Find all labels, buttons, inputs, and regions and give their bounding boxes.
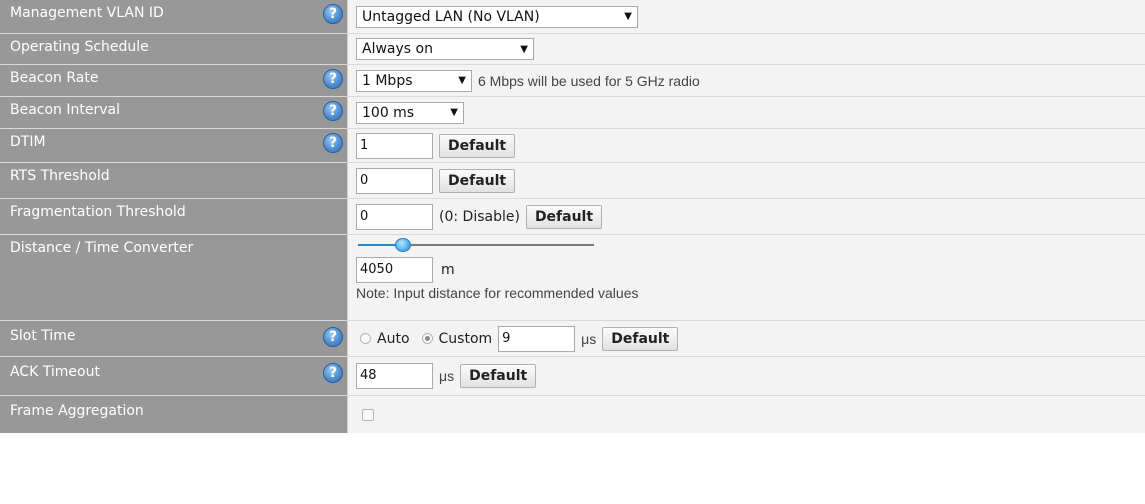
slot-time-custom-label: Custom bbox=[438, 330, 493, 347]
slot-time-auto-radio[interactable] bbox=[360, 333, 371, 344]
label-cell: RTS Threshold bbox=[0, 163, 348, 198]
help-question-icon[interactable]: ? bbox=[323, 327, 343, 347]
value-cell: 100 ms ▼ bbox=[348, 97, 1145, 128]
value-cell: 1 Mbps ▼ 6 Mbps will be used for 5 GHz r… bbox=[348, 65, 1145, 96]
row-dtim: DTIM ? 1 Default bbox=[0, 129, 1145, 163]
distance-note: Note: Input distance for recommended val… bbox=[356, 285, 639, 301]
rts-threshold-input[interactable]: 0 bbox=[356, 167, 433, 194]
dtim-label: DTIM bbox=[10, 134, 46, 150]
label-cell: Distance / Time Converter bbox=[0, 235, 348, 320]
fragmentation-hint: (0: Disable) bbox=[439, 208, 520, 225]
fragmentation-threshold-label: Fragmentation Threshold bbox=[10, 204, 186, 220]
beacon-interval-label: Beacon Interval bbox=[10, 102, 120, 118]
label-cell: Frame Aggregation bbox=[0, 396, 348, 433]
slot-time-unit: μs bbox=[581, 330, 597, 347]
row-frame-aggregation: Frame Aggregation bbox=[0, 396, 1145, 433]
value-cell: 4050 m Note: Input distance for recommen… bbox=[348, 235, 1145, 320]
select-value: 100 ms bbox=[362, 104, 415, 121]
select-value: 1 Mbps bbox=[362, 72, 413, 89]
value-cell: Untagged LAN (No VLAN) ▼ bbox=[348, 0, 1145, 33]
beacon-rate-label: Beacon Rate bbox=[10, 70, 99, 86]
label-cell: Management VLAN ID ? bbox=[0, 0, 348, 33]
row-distance-time: Distance / Time Converter 4050 m Note: I… bbox=[0, 235, 1145, 321]
label-cell: Operating Schedule bbox=[0, 34, 348, 64]
fragmentation-threshold-input[interactable]: 0 bbox=[356, 203, 433, 230]
select-value: Always on bbox=[362, 41, 433, 57]
value-cell: 48 μs Default bbox=[348, 357, 1145, 395]
label-cell: Beacon Rate ? bbox=[0, 65, 348, 96]
distance-unit: m bbox=[441, 262, 455, 278]
row-ack-timeout: ACK Timeout ? 48 μs Default bbox=[0, 357, 1145, 396]
operating-schedule-label: Operating Schedule bbox=[10, 39, 149, 55]
fragmentation-default-button[interactable]: Default bbox=[525, 204, 603, 229]
management-vlan-select[interactable]: Untagged LAN (No VLAN) ▼ bbox=[356, 5, 638, 28]
label-cell: Beacon Interval ? bbox=[0, 97, 348, 128]
dropdown-arrow-icon: ▼ bbox=[624, 11, 632, 22]
row-rts-threshold: RTS Threshold 0 Default bbox=[0, 163, 1145, 199]
rts-default-button[interactable]: Default bbox=[439, 168, 516, 193]
row-fragmentation-threshold: Fragmentation Threshold 0 (0: Disable) D… bbox=[0, 199, 1145, 235]
help-question-icon[interactable]: ? bbox=[323, 101, 343, 121]
distance-time-label: Distance / Time Converter bbox=[10, 240, 194, 256]
value-cell: 1 Default bbox=[348, 129, 1145, 162]
dropdown-arrow-icon: ▼ bbox=[450, 107, 458, 118]
label-cell: Slot Time ? bbox=[0, 321, 348, 356]
management-vlan-label: Management VLAN ID bbox=[10, 5, 164, 21]
slider-thumb[interactable] bbox=[395, 238, 411, 252]
slot-time-custom-radio[interactable] bbox=[421, 333, 433, 344]
value-cell: Always on ▼ bbox=[348, 34, 1145, 64]
help-question-icon[interactable]: ? bbox=[323, 133, 343, 153]
help-question-icon[interactable]: ? bbox=[323, 363, 343, 383]
row-beacon-rate: Beacon Rate ? 1 Mbps ▼ 6 Mbps will be us… bbox=[0, 65, 1145, 97]
rts-threshold-label: RTS Threshold bbox=[10, 168, 110, 184]
slot-time-default-button[interactable]: Default bbox=[602, 326, 679, 351]
ack-timeout-label: ACK Timeout bbox=[10, 364, 100, 380]
beacon-rate-select[interactable]: 1 Mbps ▼ bbox=[356, 69, 472, 92]
help-question-icon[interactable]: ? bbox=[323, 69, 343, 89]
frame-aggregation-checkbox[interactable] bbox=[362, 408, 374, 421]
row-beacon-interval: Beacon Interval ? 100 ms ▼ bbox=[0, 97, 1145, 129]
row-operating-schedule: Operating Schedule Always on ▼ bbox=[0, 34, 1145, 65]
label-cell: DTIM ? bbox=[0, 129, 348, 162]
dropdown-arrow-icon: ▼ bbox=[520, 43, 528, 55]
dtim-input[interactable]: 1 bbox=[356, 132, 433, 159]
settings-table: Management VLAN ID ? Untagged LAN (No VL… bbox=[0, 0, 1145, 433]
slot-time-auto-label: Auto bbox=[377, 330, 410, 347]
ack-timeout-unit: μs bbox=[439, 368, 455, 384]
value-cell: 0 Default bbox=[348, 163, 1145, 198]
label-cell: Fragmentation Threshold bbox=[0, 199, 348, 234]
distance-slider[interactable] bbox=[358, 238, 594, 252]
dtim-default-button[interactable]: Default bbox=[439, 133, 516, 158]
distance-input[interactable]: 4050 bbox=[356, 257, 433, 283]
slot-time-label: Slot Time bbox=[10, 328, 76, 344]
value-cell: Auto Custom 9 μs Default bbox=[348, 321, 1145, 356]
row-management-vlan: Management VLAN ID ? Untagged LAN (No VL… bbox=[0, 0, 1145, 34]
frame-aggregation-label: Frame Aggregation bbox=[10, 403, 144, 419]
beacon-rate-note: 6 Mbps will be used for 5 GHz radio bbox=[478, 72, 700, 89]
value-cell bbox=[348, 396, 1145, 433]
dropdown-arrow-icon: ▼ bbox=[458, 75, 466, 86]
help-question-icon[interactable]: ? bbox=[323, 4, 343, 24]
ack-timeout-default-button[interactable]: Default bbox=[460, 364, 537, 388]
operating-schedule-select[interactable]: Always on ▼ bbox=[356, 38, 534, 60]
row-slot-time: Slot Time ? Auto Custom 9 μs Default bbox=[0, 321, 1145, 357]
label-cell: ACK Timeout ? bbox=[0, 357, 348, 395]
slot-time-input[interactable]: 9 bbox=[498, 325, 576, 352]
value-cell: 0 (0: Disable) Default bbox=[348, 199, 1145, 234]
ack-timeout-input[interactable]: 48 bbox=[356, 363, 433, 389]
distance-input-group: 4050 m bbox=[356, 257, 455, 283]
beacon-interval-select[interactable]: 100 ms ▼ bbox=[356, 101, 464, 124]
select-value: Untagged LAN (No VLAN) bbox=[362, 8, 540, 25]
